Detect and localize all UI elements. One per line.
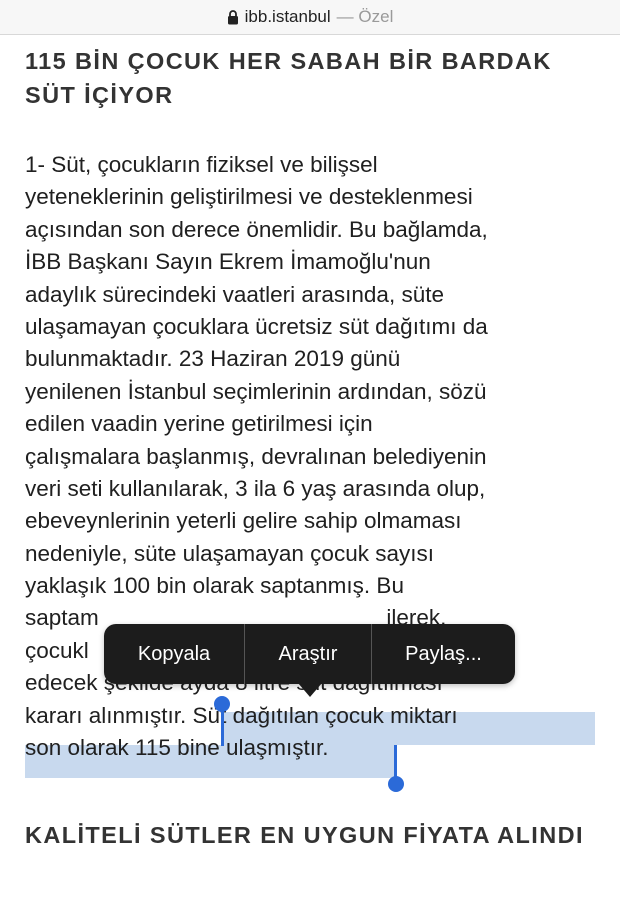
private-mode-label: Özel [358,7,394,26]
copy-button[interactable]: Kopyala [104,624,244,684]
body-line: 1- Süt, çocukların fiziksel ve bilişsel [25,152,378,177]
text-selection-menu: Kopyala Araştır Paylaş... [104,624,515,684]
section-heading: KALİTELİ SÜTLER EN UYGUN FİYATA ALINDI [25,822,584,848]
body-line-selection-start: kararı alınmıştır. Süt dağıtılan çocuk m… [25,702,458,728]
body-line: açısından son derece önemlidir. Bu bağla… [25,216,488,242]
body-line: yaklaşık 100 bin olarak saptanmış. Bu [25,573,404,599]
body-line: ebeveynlerinin yeterli gelire sahip olma… [25,508,462,534]
address-separator: — Özel [336,7,394,26]
body-line: bulunmaktadır. 23 Haziran 2019 günü [25,346,401,372]
body-line: adaylık sürecindeki vaatleri arasında, s… [25,281,444,307]
body-line-selection-end: son olarak 115 bine ulaşmıştır. [25,732,605,764]
lock-icon [227,9,238,24]
body-line: edilen vaadin yerine getirilmesi için [25,411,373,437]
selection-start-caret [221,710,224,746]
body-line: yeteneklerinin geliştirilmesi ve destekl… [25,184,473,210]
menu-pointer [298,683,322,697]
selected-text: Süt dağıtılan çocuk miktarı [192,702,458,728]
look-up-button[interactable]: Araştır [245,624,371,684]
body-line: nedeniyle, süte ulaşamayan çocuk sayısı [25,540,434,566]
address-domain: ibb.istanbul [244,7,331,26]
body-line: ulaşamayan çocuklara ücretsiz süt dağıtı… [25,313,488,339]
body-line: çalışmalara başlanmış, devralınan beledi… [25,443,487,469]
body-line: İBB Başkanı Sayın Ekrem İmamoğlu'nun [25,249,431,275]
selected-text: son olarak 115 bine ulaşmıştır. [25,735,329,761]
selection-end-handle[interactable] [388,776,404,792]
body-line: yenilenen İstanbul seçimlerinin ardından… [25,378,487,404]
article-heading: 115 BİN ÇOCUK HER SABAH BİR BARDAK SÜT İ… [25,48,552,108]
address-bar[interactable]: ibb.istanbul — Özel [0,0,620,35]
share-button[interactable]: Paylaş... [372,624,515,684]
body-line: veri seti kullanılarak, 3 ila 6 yaş aras… [25,475,486,501]
